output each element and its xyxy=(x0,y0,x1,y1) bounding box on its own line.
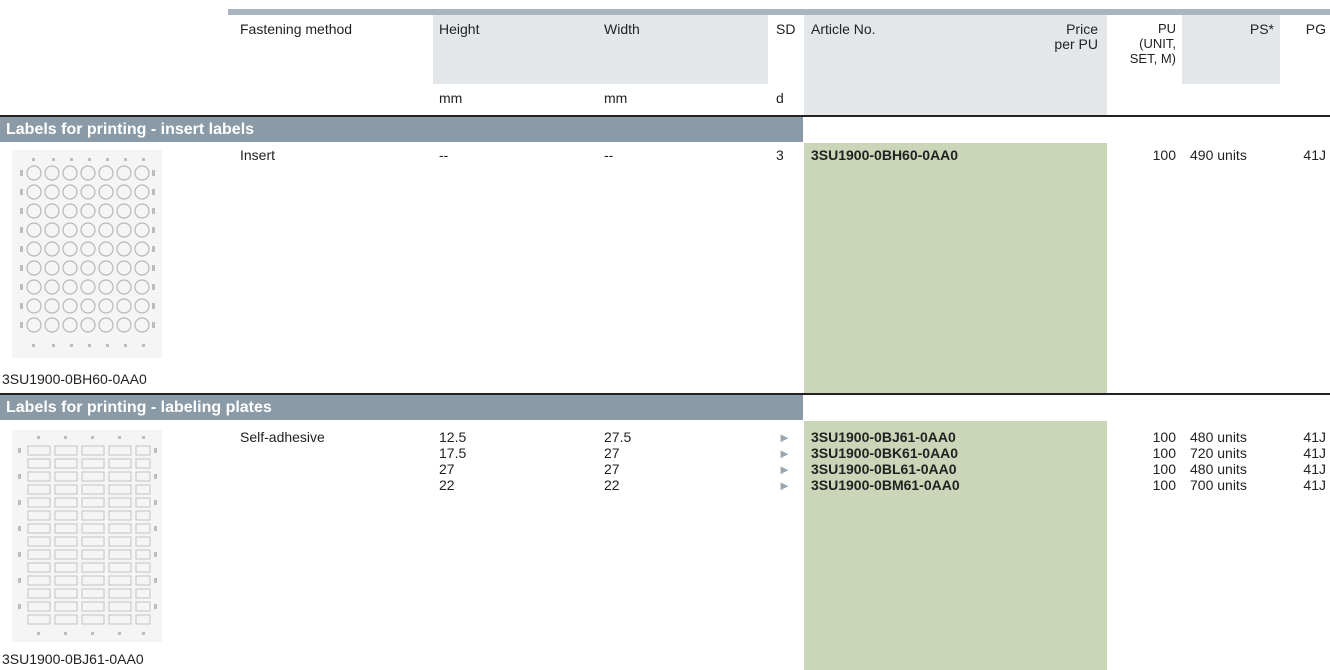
top-rule xyxy=(228,9,1330,15)
pu-value: 100 xyxy=(1152,461,1176,477)
section-title: Labels for printing - insert labels xyxy=(0,117,803,142)
insert-labels-image xyxy=(12,150,162,358)
article-number: 3SU1900-0BH60-0AA0 xyxy=(811,147,959,163)
header-price-line1: Price xyxy=(1066,21,1098,37)
height-value: 17.5 xyxy=(439,445,467,461)
unit-height: mm xyxy=(439,90,463,106)
unit-sd: d xyxy=(776,90,784,106)
width-value: -- xyxy=(604,147,614,163)
width-value: 27 xyxy=(604,445,620,461)
delivery-arrow-icon: ► xyxy=(778,430,791,445)
pu-value: 100 xyxy=(1152,147,1176,163)
width-value: 27.5 xyxy=(604,429,632,445)
pu-value: 100 xyxy=(1152,445,1176,461)
fastening-method: Insert xyxy=(240,147,276,163)
pu-value: 100 xyxy=(1152,477,1176,493)
article-number: 3SU1900-0BM61-0AA0 xyxy=(811,477,960,493)
labeling-plates-image xyxy=(12,430,162,642)
ps-value: 490 units xyxy=(1190,147,1247,163)
unit-width: mm xyxy=(604,90,628,106)
image-caption: 3SU1900-0BJ61-0AA0 xyxy=(2,651,144,667)
pu-value: 100 xyxy=(1152,429,1176,445)
ps-value: 720 units xyxy=(1190,445,1247,461)
article-column-bg xyxy=(804,143,1107,393)
delivery-arrow-icon: ► xyxy=(778,446,791,461)
header-sd: SD xyxy=(776,21,796,37)
header-pu-line3: SET, M) xyxy=(1129,51,1176,66)
header-ps: PS* xyxy=(1249,21,1274,37)
delivery-arrow-icon: ► xyxy=(778,462,791,477)
ps-value: 480 units xyxy=(1190,461,1247,477)
article-number: 3SU1900-0BK61-0AA0 xyxy=(811,445,959,461)
ps-value: 480 units xyxy=(1190,429,1247,445)
height-value: 12.5 xyxy=(439,429,467,445)
height-value: -- xyxy=(439,147,449,163)
article-number: 3SU1900-0BL61-0AA0 xyxy=(811,461,957,477)
article-number: 3SU1900-0BJ61-0AA0 xyxy=(811,429,956,445)
pg-value: 41J xyxy=(1303,429,1326,445)
image-caption: 3SU1900-0BH60-0AA0 xyxy=(2,371,147,387)
ps-value: 700 units xyxy=(1190,477,1247,493)
header-pu-line2: (UNIT, xyxy=(1139,36,1176,51)
delivery-arrow-icon: ► xyxy=(778,478,791,493)
height-value: 22 xyxy=(439,477,455,493)
pg-value: 41J xyxy=(1303,461,1326,477)
header-article-no: Article No. xyxy=(811,21,876,37)
header-price-line2: per PU xyxy=(1054,36,1098,52)
width-value: 22 xyxy=(604,477,620,493)
header-height: Height xyxy=(439,21,480,37)
fastening-method: Self-adhesive xyxy=(240,429,325,445)
width-value: 27 xyxy=(604,461,620,477)
pg-value: 41J xyxy=(1303,147,1326,163)
height-value: 27 xyxy=(439,461,455,477)
header-fastening-method: Fastening method xyxy=(240,21,353,37)
pg-value: 41J xyxy=(1303,477,1326,493)
header-width: Width xyxy=(604,21,640,37)
pg-value: 41J xyxy=(1303,445,1326,461)
header-pu-line1: PU xyxy=(1157,21,1176,36)
sd-value: 3 xyxy=(776,147,784,163)
section-title: Labels for printing - labeling plates xyxy=(0,395,803,420)
header-pg: PG xyxy=(1305,21,1326,37)
